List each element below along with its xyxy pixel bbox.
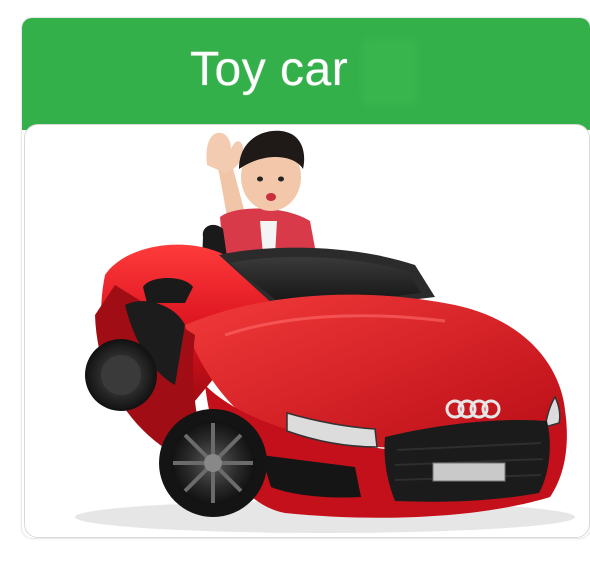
- toy-car-illustration: [75, 130, 575, 533]
- smudge: [362, 38, 418, 106]
- front-wheel: [159, 409, 267, 517]
- grille: [384, 419, 550, 502]
- license-plate: [432, 462, 506, 482]
- car-body: [85, 244, 567, 518]
- product-card[interactable]: Toy car: [22, 18, 590, 538]
- card-title: Toy car: [190, 43, 349, 96]
- card-header: Toy car: [22, 18, 590, 130]
- product-photo[interactable]: [24, 124, 590, 538]
